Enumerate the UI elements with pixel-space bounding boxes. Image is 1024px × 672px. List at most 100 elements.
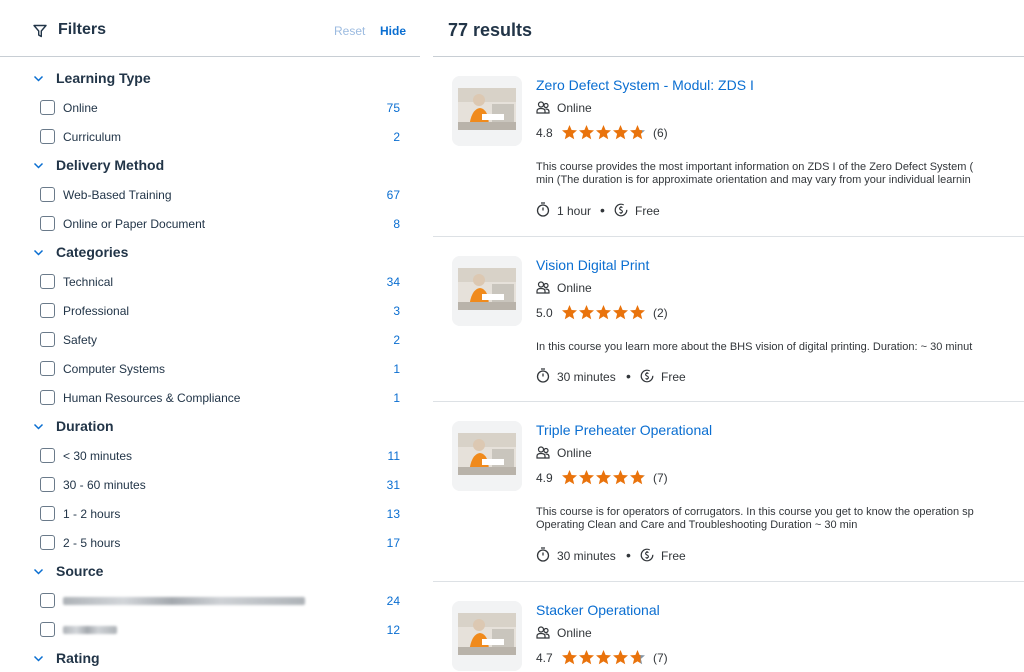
star-icon — [579, 470, 594, 485]
description-line: In this course you learn more about the … — [536, 341, 973, 353]
filter-option[interactable]: 24 — [0, 589, 420, 613]
filter-option[interactable]: 2 - 5 hours 17 — [0, 531, 420, 555]
filter-option[interactable]: Computer Systems 1 — [0, 357, 420, 381]
checkbox[interactable] — [40, 506, 55, 521]
filter-option-count: 1 — [393, 362, 400, 376]
checkbox[interactable] — [40, 622, 55, 637]
course-title-link[interactable]: Triple Preheater Operational — [536, 422, 712, 438]
star-icon — [579, 125, 594, 140]
filter-option-label: 30 - 60 minutes — [63, 478, 146, 492]
course-thumbnail[interactable] — [452, 421, 522, 491]
checkbox[interactable] — [40, 361, 55, 376]
star-icon — [562, 125, 577, 140]
filter-option-count: 12 — [386, 623, 400, 637]
filter-option[interactable]: Web-Based Training 67 — [0, 183, 420, 207]
filter-group-categories[interactable]: Categories — [0, 241, 420, 265]
rating-value: 4.7 — [536, 651, 553, 665]
filter-group-source[interactable]: Source — [0, 560, 420, 584]
filter-option-count: 31 — [386, 478, 400, 492]
hide-button[interactable]: Hide — [380, 24, 406, 38]
description-line: This course is for operators of corrugat… — [536, 506, 974, 518]
star-icon — [579, 650, 594, 665]
learning-type-label: Online — [557, 626, 592, 640]
rating-value: 4.9 — [536, 471, 553, 485]
filter-group-delivery-method[interactable]: Delivery Method — [0, 154, 420, 178]
checkbox[interactable] — [40, 216, 55, 231]
course-price: Free — [635, 204, 660, 218]
course-image — [452, 421, 522, 491]
checkbox[interactable] — [40, 477, 55, 492]
course-title-link[interactable]: Vision Digital Print — [536, 257, 649, 273]
course-title-link[interactable]: Zero Defect System - Modul: ZDS I — [536, 77, 754, 93]
course-title-link[interactable]: Stacker Operational — [536, 602, 660, 618]
course-description: This course provides the most important … — [536, 161, 1024, 187]
filter-option-count: 2 — [393, 333, 400, 347]
filter-option-count: 34 — [386, 275, 400, 289]
filter-option-label: Web-Based Training — [63, 188, 172, 202]
filter-option-label: Computer Systems — [63, 362, 166, 376]
description-line: Operating Clean and Care and Troubleshoo… — [536, 519, 858, 531]
rating-value: 4.8 — [536, 126, 553, 140]
filter-group-title: Categories — [56, 244, 129, 260]
filter-option[interactable]: Curriculum 2 — [0, 125, 420, 149]
filter-option[interactable]: < 30 minutes 11 — [0, 444, 420, 468]
learning-type-label: Online — [557, 101, 592, 115]
course-image — [452, 601, 522, 671]
filter-option[interactable]: Online or Paper Document 8 — [0, 212, 420, 236]
filter-option[interactable]: 1 - 2 hours 13 — [0, 502, 420, 526]
filter-group-duration[interactable]: Duration — [0, 415, 420, 439]
chevron-down-icon — [33, 249, 44, 256]
rating-count: (6) — [653, 126, 668, 140]
filter-option-count: 2 — [393, 130, 400, 144]
filter-option-count: 24 — [386, 594, 400, 608]
filter-option[interactable]: Safety 2 — [0, 328, 420, 352]
timer-icon — [536, 202, 550, 217]
filter-option-count: 11 — [387, 449, 400, 463]
course-image — [452, 256, 522, 326]
filter-option-count: 8 — [393, 217, 400, 231]
course-thumbnail[interactable] — [452, 256, 522, 326]
course-image — [452, 76, 522, 146]
course-thumbnail[interactable] — [452, 76, 522, 146]
checkbox[interactable] — [40, 303, 55, 318]
people-icon — [536, 626, 550, 639]
course-card[interactable]: Zero Defect System - Modul: ZDS I Online… — [433, 57, 1024, 237]
filter-option-label: < 30 minutes — [63, 449, 133, 463]
filter-option[interactable]: 30 - 60 minutes 31 — [0, 473, 420, 497]
course-description: This course is for operators of corrugat… — [536, 506, 1024, 532]
course-thumbnail[interactable] — [452, 601, 522, 671]
filter-option-count: 67 — [386, 188, 400, 202]
filter-option[interactable]: Technical 34 — [0, 270, 420, 294]
checkbox[interactable] — [40, 274, 55, 289]
checkbox[interactable] — [40, 448, 55, 463]
course-card[interactable]: Vision Digital Print Online 5.0 (2) In t… — [433, 237, 1024, 402]
checkbox[interactable] — [40, 593, 55, 608]
learning-type-label: Online — [557, 446, 592, 460]
timer-icon — [536, 547, 550, 562]
reset-button[interactable]: Reset — [334, 24, 365, 38]
checkbox[interactable] — [40, 100, 55, 115]
checkbox[interactable] — [40, 390, 55, 405]
course-duration: 30 minutes — [557, 549, 616, 563]
star-icon — [630, 470, 645, 485]
price-icon — [614, 203, 628, 217]
course-duration: 1 hour — [557, 204, 592, 218]
course-card[interactable]: Triple Preheater Operational Online 4.9 … — [433, 402, 1024, 582]
filter-group-rating[interactable]: Rating — [0, 647, 420, 671]
checkbox[interactable] — [40, 332, 55, 347]
checkbox[interactable] — [40, 129, 55, 144]
filter-option[interactable]: Human Resources & Compliance 1 — [0, 386, 420, 410]
filter-option[interactable]: Professional 3 — [0, 299, 420, 323]
rating-count: (2) — [653, 306, 668, 320]
rating-value: 5.0 — [536, 306, 553, 320]
description-line: min (The duration is for approximate ori… — [536, 174, 971, 186]
filter-group-title: Source — [56, 563, 104, 579]
learning-type-label: Online — [557, 281, 592, 295]
checkbox[interactable] — [40, 187, 55, 202]
checkbox[interactable] — [40, 535, 55, 550]
filter-option[interactable]: 12 — [0, 618, 420, 642]
results-header: 77 results — [433, 0, 1024, 57]
course-card[interactable]: Stacker Operational Online 4.7 (7) — [433, 582, 1024, 672]
filter-option[interactable]: Online 75 — [0, 96, 420, 120]
filter-group-learning-type[interactable]: Learning Type — [0, 67, 420, 91]
